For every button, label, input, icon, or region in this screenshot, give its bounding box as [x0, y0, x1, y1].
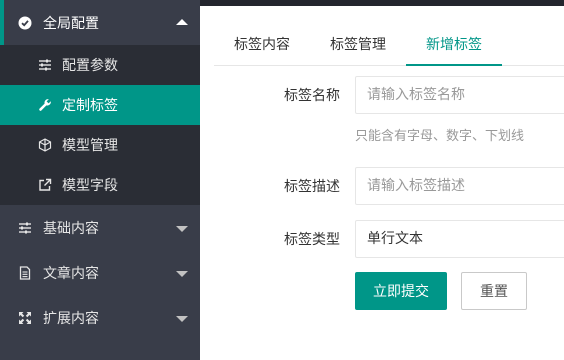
- wrench-icon: [38, 98, 52, 112]
- expand-arrows-icon: [18, 311, 32, 325]
- sidebar-item-label: 模型字段: [62, 178, 118, 194]
- document-icon: [18, 265, 32, 280]
- caret-up-icon: [176, 18, 188, 25]
- tag-description-input[interactable]: [355, 167, 564, 205]
- caret-down-icon: [176, 225, 188, 232]
- tab-bar: 标签内容 标签管理 新增标签: [214, 30, 564, 66]
- check-circle-icon: [18, 16, 32, 30]
- nav-group-label: 扩展内容: [43, 310, 99, 327]
- tag-name-input[interactable]: [355, 76, 564, 114]
- sidebar-item-model-fields[interactable]: 模型字段: [0, 165, 200, 205]
- tag-type-label: 标签类型: [284, 232, 340, 248]
- sidebar-item-label: 配置参数: [62, 58, 118, 74]
- sliders-icon: [18, 221, 32, 235]
- sliders-icon: [38, 58, 52, 72]
- tag-description-label: 标签描述: [284, 179, 340, 195]
- nav-group-basic-content[interactable]: 基础内容: [0, 205, 200, 250]
- sidebar: 全局配置 配置参数 定制标签 模型管理 模型字段 基础内容 文章内容 扩展内容: [0, 0, 200, 360]
- nav-group-label: 全局配置: [43, 15, 99, 32]
- nav-group-extend-content[interactable]: 扩展内容: [0, 295, 200, 340]
- sidebar-item-custom-tags[interactable]: 定制标签: [0, 85, 200, 125]
- tag-type-select[interactable]: 单行文本: [355, 220, 564, 258]
- nav-group-global-config[interactable]: 全局配置: [0, 0, 200, 45]
- nav-group-label: 文章内容: [43, 265, 99, 282]
- nav-group-label: 基础内容: [43, 220, 99, 237]
- tag-name-hint: 只能含有字母、数字、下划线: [355, 129, 525, 144]
- tab-add-tag[interactable]: 新增标签: [406, 30, 502, 66]
- caret-down-icon: [176, 270, 188, 277]
- sidebar-item-label: 模型管理: [62, 138, 118, 154]
- active-group-accent: [0, 0, 4, 45]
- tab-tag-management[interactable]: 标签管理: [310, 30, 406, 65]
- form-row-name: 标签名称: [214, 75, 564, 115]
- sidebar-item-config-params[interactable]: 配置参数: [0, 45, 200, 85]
- tag-name-label: 标签名称: [284, 88, 340, 104]
- form-row-description: 标签描述: [214, 166, 564, 206]
- form-row-type: 标签类型 单行文本: [214, 219, 564, 259]
- submit-button[interactable]: 立即提交: [355, 272, 447, 310]
- tab-tag-content[interactable]: 标签内容: [214, 30, 310, 65]
- reset-button[interactable]: 重置: [461, 272, 527, 310]
- header-bar: [200, 0, 564, 6]
- external-link-icon: [38, 178, 52, 192]
- cube-icon: [38, 138, 52, 152]
- subnav-global-config: 配置参数 定制标签 模型管理 模型字段: [0, 45, 200, 205]
- sidebar-item-label: 定制标签: [62, 98, 118, 114]
- sidebar-item-model-management[interactable]: 模型管理: [0, 125, 200, 165]
- caret-down-icon: [176, 315, 188, 322]
- nav-group-article-content[interactable]: 文章内容: [0, 250, 200, 295]
